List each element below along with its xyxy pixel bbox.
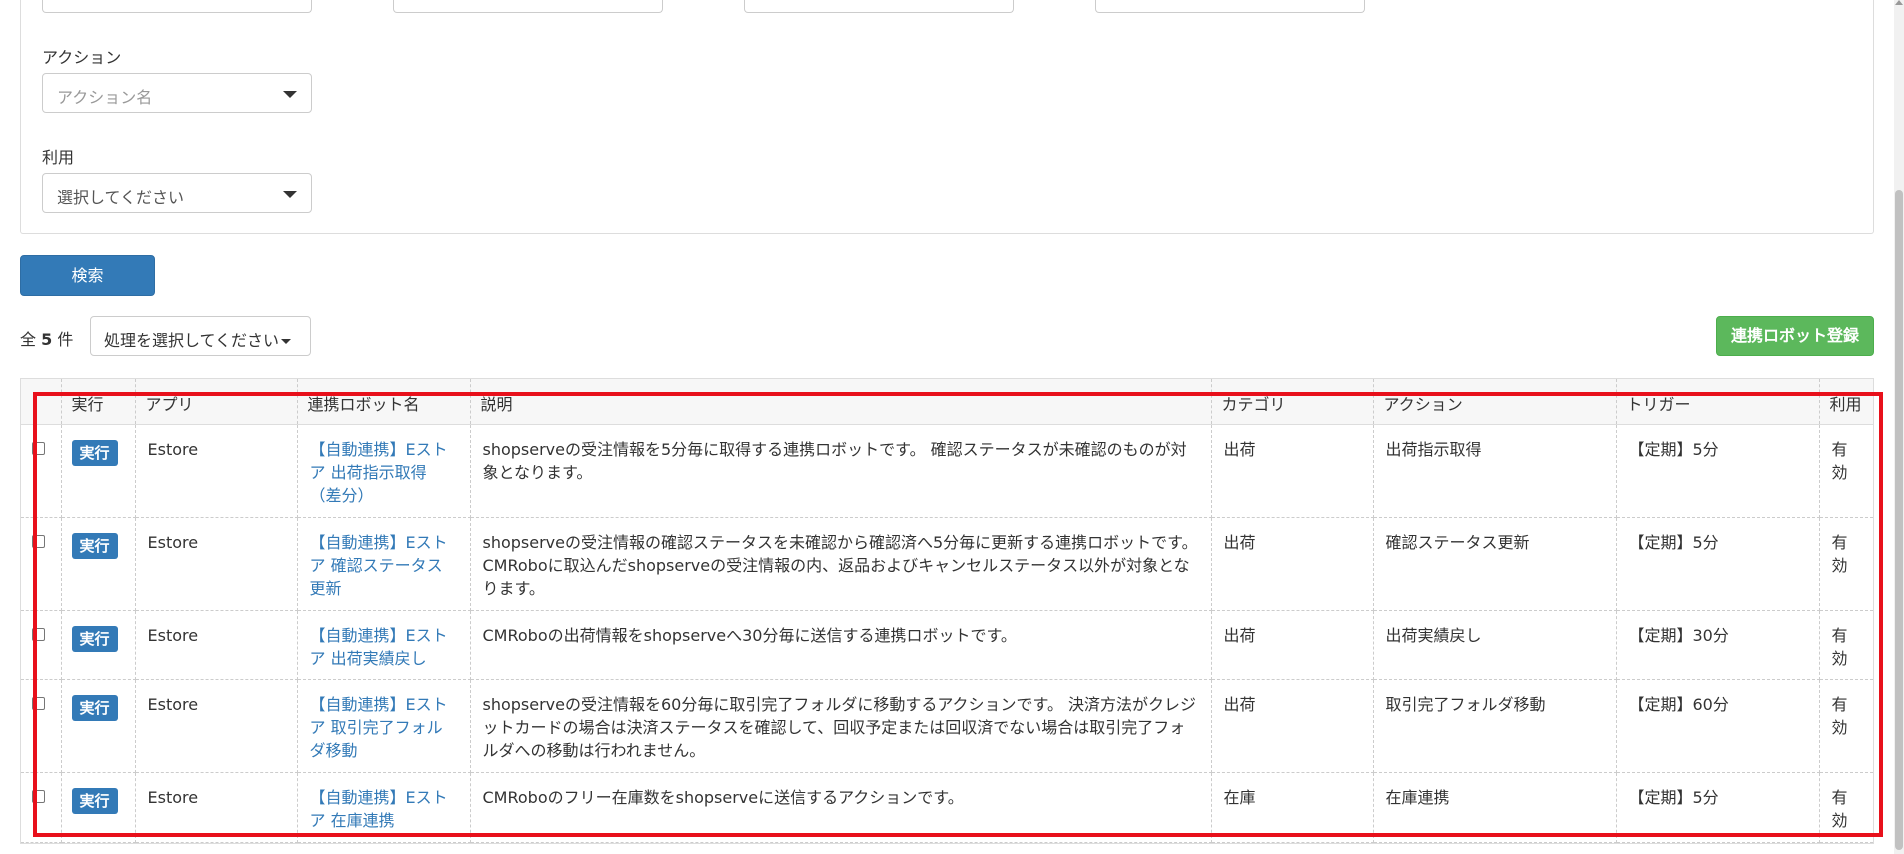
caret-down-icon: [281, 339, 292, 344]
header-trigger[interactable]: トリガー: [1616, 379, 1820, 425]
header-action[interactable]: アクション: [1373, 379, 1617, 425]
row-checkbox[interactable]: [32, 534, 45, 548]
chevron-down-icon: [283, 191, 297, 198]
row-select-cell: [21, 424, 62, 518]
run-button[interactable]: 実行: [71, 787, 118, 814]
run-cell: 実行: [61, 610, 136, 680]
row-checkbox[interactable]: [32, 696, 45, 710]
robot-name-link[interactable]: 【自動連携】Eストア 取引完了フォルダ移動: [310, 695, 448, 760]
category-cell: 出荷: [1211, 610, 1374, 680]
header-robot-name[interactable]: 連携ロボット名: [297, 379, 471, 425]
count-value: 5: [41, 330, 53, 349]
app-cell: Estore: [135, 679, 298, 773]
app-cell: Estore: [135, 610, 298, 680]
robot-name-link[interactable]: 【自動連携】Eストア 確認ステータス更新: [310, 533, 448, 598]
run-button[interactable]: 実行: [71, 532, 118, 559]
use-filter-select[interactable]: 選択してください: [42, 173, 312, 213]
robot-name-cell: 【自動連携】Eストア 出荷指示取得（差分）: [297, 424, 471, 518]
use-filter-label: 利用: [42, 148, 75, 167]
result-count: 全 5 件: [20, 326, 73, 350]
count-suffix: 件: [57, 330, 74, 349]
robot-name-cell: 【自動連携】Eストア 確認ステータス更新: [297, 517, 471, 611]
table-header-row: 実行 アプリ 連携ロボット名 説明 カテゴリ アクション トリガー 利用: [21, 379, 1873, 425]
use-cell: 有効: [1819, 424, 1873, 518]
action-cell: 在庫連携: [1373, 772, 1617, 843]
description-cell: shopserveの受注情報を60分毎に取引完了フォルダに移動するアクションです…: [470, 679, 1212, 773]
robot-name-cell: 【自動連携】Eストア 出荷実績戻し: [297, 610, 471, 680]
filter-select-4[interactable]: [1095, 0, 1365, 13]
chevron-down-icon: [283, 91, 297, 98]
trigger-cell: 【定期】30分: [1616, 610, 1820, 680]
trigger-cell: 【定期】60分: [1616, 679, 1820, 773]
header-category[interactable]: カテゴリ: [1211, 379, 1374, 425]
run-button[interactable]: 実行: [71, 625, 118, 652]
app-cell: Estore: [135, 517, 298, 611]
table-row: 実行 Estore 【自動連携】Eストア 出荷実績戻し CMRoboの出荷情報を…: [21, 610, 1873, 680]
row-checkbox[interactable]: [32, 627, 45, 641]
row-checkbox[interactable]: [32, 789, 45, 803]
count-prefix: 全: [20, 330, 37, 349]
description-cell: CMRoboの出荷情報をshopserveへ30分毎に送信する連携ロボットです。: [470, 610, 1212, 680]
register-robot-button[interactable]: 連携ロボット登録: [1716, 316, 1874, 356]
app-cell: Estore: [135, 424, 298, 518]
row-select-cell: [21, 610, 62, 680]
trigger-cell: 【定期】5分: [1616, 424, 1820, 518]
header-app[interactable]: アプリ: [135, 379, 298, 425]
app-cell: Estore: [135, 772, 298, 843]
header-description[interactable]: 説明: [470, 379, 1212, 425]
run-cell: 実行: [61, 679, 136, 773]
category-cell: 在庫: [1211, 772, 1374, 843]
page-scrollbar-thumb[interactable]: [1895, 190, 1903, 850]
bulk-action-label: 処理を選択してください: [104, 331, 280, 350]
use-cell: 有効: [1819, 772, 1873, 843]
filter-select-1[interactable]: [42, 0, 312, 13]
run-button[interactable]: 実行: [71, 694, 118, 721]
use-cell: 有効: [1819, 679, 1873, 773]
action-filter-label: アクション: [42, 48, 122, 67]
use-filter-value: 選択してください: [57, 188, 185, 207]
trigger-cell: 【定期】5分: [1616, 517, 1820, 611]
description-cell: CMRoboのフリー在庫数をshopserveに送信するアクションです。: [470, 772, 1212, 843]
row-select-cell: [21, 517, 62, 611]
category-cell: 出荷: [1211, 679, 1374, 773]
action-cell: 取引完了フォルダ移動: [1373, 679, 1617, 773]
header-use[interactable]: 利用: [1819, 379, 1873, 425]
header-run[interactable]: 実行: [61, 379, 136, 425]
search-button[interactable]: 検索: [20, 255, 155, 296]
table-row: 実行 Estore 【自動連携】Eストア 出荷指示取得（差分） shopserv…: [21, 424, 1873, 518]
description-cell: shopserveの受注情報を5分毎に取得する連携ロボットです。 確認ステータス…: [470, 424, 1212, 518]
row-checkbox[interactable]: [32, 441, 45, 455]
robot-name-link[interactable]: 【自動連携】Eストア 在庫連携: [310, 788, 448, 830]
table-row: 実行 Estore 【自動連携】Eストア 取引完了フォルダ移動 shopserv…: [21, 679, 1873, 773]
description-cell: shopserveの受注情報の確認ステータスを未確認から確認済へ5分毎に更新する…: [470, 517, 1212, 611]
row-select-cell: [21, 679, 62, 773]
run-button[interactable]: 実行: [71, 439, 118, 466]
filter-select-3[interactable]: [744, 0, 1014, 13]
robot-name-link[interactable]: 【自動連携】Eストア 出荷実績戻し: [310, 626, 448, 668]
category-cell: 出荷: [1211, 517, 1374, 611]
header-checkbox: [21, 379, 62, 425]
run-cell: 実行: [61, 424, 136, 518]
category-cell: 出荷: [1211, 424, 1374, 518]
action-cell: 確認ステータス更新: [1373, 517, 1617, 611]
robot-name-cell: 【自動連携】Eストア 取引完了フォルダ移動: [297, 679, 471, 773]
robot-name-cell: 【自動連携】Eストア 在庫連携: [297, 772, 471, 843]
robot-table: 実行 アプリ 連携ロボット名 説明 カテゴリ アクション トリガー 利用 実行 …: [20, 378, 1874, 844]
action-filter-placeholder: アクション名: [57, 88, 153, 107]
action-filter-select[interactable]: アクション名: [42, 73, 312, 113]
robot-name-link[interactable]: 【自動連携】Eストア 出荷指示取得（差分）: [310, 440, 448, 505]
use-cell: 有効: [1819, 610, 1873, 680]
scroll-up-arrow-icon[interactable]: [1895, 0, 1903, 5]
use-cell: 有効: [1819, 517, 1873, 611]
filter-select-2[interactable]: [393, 0, 663, 13]
run-cell: 実行: [61, 772, 136, 843]
action-cell: 出荷実績戻し: [1373, 610, 1617, 680]
bulk-action-dropdown[interactable]: 処理を選択してください: [90, 316, 311, 356]
action-cell: 出荷指示取得: [1373, 424, 1617, 518]
row-select-cell: [21, 772, 62, 843]
run-cell: 実行: [61, 517, 136, 611]
table-row: 実行 Estore 【自動連携】Eストア 確認ステータス更新 shopserve…: [21, 517, 1873, 611]
trigger-cell: 【定期】5分: [1616, 772, 1820, 843]
table-row: 実行 Estore 【自動連携】Eストア 在庫連携 CMRoboのフリー在庫数を…: [21, 772, 1873, 843]
